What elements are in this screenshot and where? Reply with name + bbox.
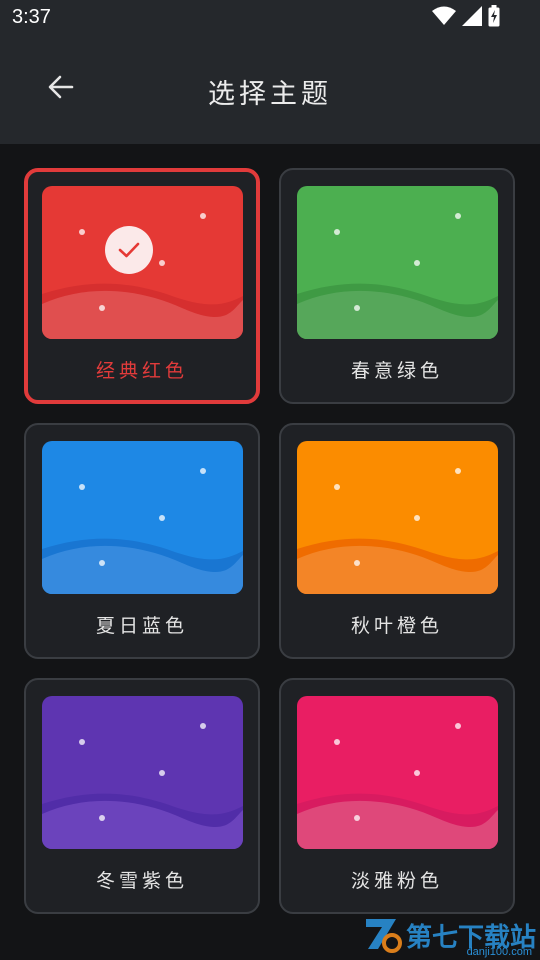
theme-card-elegant-pink[interactable]: 淡雅粉色 (279, 678, 515, 914)
theme-preview (297, 441, 498, 594)
theme-label: 夏日蓝色 (95, 615, 188, 637)
theme-label: 春意绿色 (350, 360, 443, 382)
checkmark-icon (105, 226, 153, 274)
theme-label: 秋叶橙色 (350, 615, 443, 637)
watermark-logo-icon (362, 913, 402, 957)
theme-card-classic-red[interactable]: 经典红色 (24, 168, 260, 404)
page-title: 选择主题 (208, 79, 332, 110)
status-time: 3:37 (12, 6, 51, 28)
app-bar: 选择主题 (0, 36, 540, 144)
theme-preview (297, 696, 498, 849)
theme-label: 淡雅粉色 (350, 870, 443, 892)
theme-card-winter-purple[interactable]: 冬雪紫色 (24, 678, 260, 914)
watermark-url: danji100.com (466, 946, 532, 958)
theme-preview (42, 696, 243, 849)
theme-card-summer-blue[interactable]: 夏日蓝色 (24, 423, 260, 659)
theme-card-spring-green[interactable]: 春意绿色 (279, 168, 515, 404)
cellular-signal-icon (462, 6, 482, 30)
status-bar: 3:37 (0, 0, 540, 36)
wifi-icon (432, 6, 456, 30)
theme-label: 经典红色 (95, 360, 188, 382)
status-icons (432, 5, 500, 31)
theme-label: 冬雪紫色 (95, 870, 188, 892)
theme-card-autumn-orange[interactable]: 秋叶橙色 (279, 423, 515, 659)
theme-preview (42, 441, 243, 594)
theme-preview (297, 186, 498, 339)
battery-charging-icon (488, 5, 500, 31)
